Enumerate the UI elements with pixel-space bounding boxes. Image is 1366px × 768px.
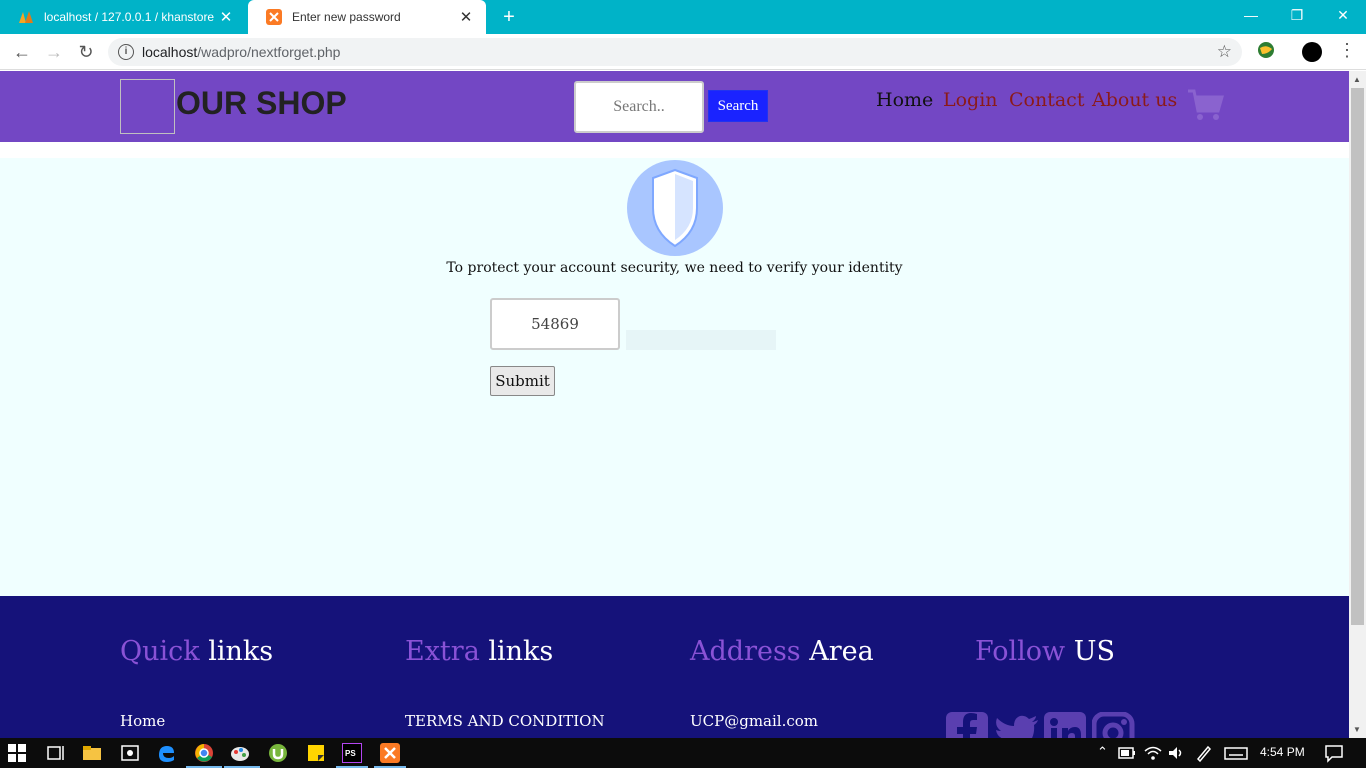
file-explorer-icon[interactable] [82,743,102,763]
heading-accent: Quick [120,636,200,667]
verification-section: To protect your account security, we nee… [0,158,1349,596]
url-host: localhost [142,44,198,60]
browser-toolbar: ← → ↻ i localhost/wadpro/nextforget.php … [0,34,1366,70]
heading-accent: Follow [975,636,1066,667]
chrome-icon[interactable] [194,743,214,763]
clock-time[interactable]: 4:54 PM [1260,745,1305,759]
nav-login-link[interactable]: Login [943,89,998,111]
overlay-hint [626,330,776,350]
nav-home-link[interactable]: Home [876,89,933,111]
bookmark-star-icon[interactable]: ☆ [1217,42,1232,62]
forward-arrow-icon[interactable]: → [42,40,66,64]
extension-globe-icon[interactable] [1256,40,1276,60]
menu-kebab-icon[interactable]: ⋮ [1338,40,1356,61]
footer-heading-follow: Follow US [975,636,1115,667]
svg-text:PS: PS [345,749,356,758]
linkedin-icon[interactable] [1044,712,1088,738]
search-input[interactable]: Search.. [574,81,704,133]
instagram-icon[interactable] [1092,712,1136,738]
phpstorm-icon[interactable]: PS [342,743,362,763]
nav-about-link[interactable]: About us [1092,89,1177,111]
xampp-icon [266,9,282,25]
media-app-icon[interactable] [120,743,140,763]
windows-taskbar: PS ⌃ 4:54 PM [0,738,1366,768]
heading-rest: links [479,636,554,667]
notifications-icon[interactable] [1324,743,1344,763]
paint-icon[interactable] [230,743,250,763]
windows-start-icon[interactable] [8,744,26,762]
utorrent-icon[interactable] [268,743,288,763]
footer-heading-address: Address Area [690,636,874,667]
close-tab-icon[interactable]: ✕ [458,8,474,26]
heading-accent: Extra [405,636,480,667]
heading-rest: Area [800,636,874,667]
tab-title: Enter new password [292,10,401,24]
facebook-icon[interactable] [946,712,990,738]
footer-link-terms[interactable]: TERMS AND CONDITION [405,712,605,730]
submit-button[interactable]: Submit [490,366,555,396]
footer-email: UCP@gmail.com [690,712,818,730]
footer-heading-quick-links: Quick links [120,636,273,667]
back-arrow-icon[interactable]: ← [10,40,34,64]
tray-chevron-icon[interactable]: ⌃ [1097,744,1108,760]
nav-contact-link[interactable]: Contact [1009,89,1084,111]
phpmyadmin-icon [18,9,34,25]
close-window-icon[interactable]: ✕ [1320,0,1366,30]
tab-phpmyadmin[interactable]: localhost / 127.0.0.1 / khanstore ✕ [0,0,246,34]
minimize-icon[interactable]: — [1228,0,1274,30]
scroll-down-arrow-icon[interactable]: ▼ [1353,725,1361,734]
close-tab-icon[interactable]: ✕ [218,8,234,26]
verify-message: To protect your account security, we nee… [446,260,903,276]
tab-enter-new-password[interactable]: Enter new password ✕ [248,0,486,34]
volume-icon[interactable] [1166,743,1186,763]
footer-link-home[interactable]: Home [120,712,165,730]
page-viewport: OUR SHOP Search.. Search Home Login Cont… [0,71,1349,738]
heading-rest: links [199,636,274,667]
shield-icon [627,160,723,256]
battery-icon[interactable] [1118,747,1136,759]
edge-icon[interactable] [156,743,176,763]
xampp-taskbar-icon[interactable] [380,743,400,763]
search-button[interactable]: Search [708,90,768,122]
keyboard-icon[interactable] [1224,743,1248,763]
page-scrollbar[interactable]: ▲ ▼ [1349,71,1366,738]
verification-code-input[interactable]: 54869 [490,298,620,350]
broken-logo-image [120,79,175,134]
browser-tab-bar: localhost / 127.0.0.1 / khanstore ✕ Ente… [0,0,1366,34]
info-icon[interactable]: i [118,44,134,60]
wifi-icon[interactable] [1143,743,1163,763]
address-bar[interactable]: i localhost/wadpro/nextforget.php ☆ [108,38,1242,66]
url-text[interactable]: localhost/wadpro/nextforget.php [142,44,340,60]
footer-heading-extra-links: Extra links [405,636,553,667]
site-title: OUR SHOP [176,85,347,121]
scroll-up-arrow-icon[interactable]: ▲ [1353,75,1361,84]
site-footer: Quick links Extra links Address Area Fol… [0,596,1349,738]
sticky-notes-icon[interactable] [306,743,326,763]
twitter-icon[interactable] [994,712,1040,738]
heading-accent: Address [690,636,801,667]
new-tab-button[interactable]: + [498,6,520,28]
tab-title: localhost / 127.0.0.1 / khanstore [44,10,215,24]
profile-avatar-icon[interactable] [1302,42,1322,62]
task-view-icon[interactable] [46,743,66,763]
url-path: /wadpro/nextforget.php [197,44,341,60]
scrollbar-thumb[interactable] [1351,88,1364,625]
cart-icon[interactable] [1186,87,1224,123]
pen-workspace-icon[interactable] [1194,743,1214,763]
restore-icon[interactable]: ❐ [1274,0,1320,30]
reload-icon[interactable]: ↻ [74,40,98,64]
site-header: OUR SHOP Search.. Search Home Login Cont… [0,71,1349,142]
heading-rest: US [1065,636,1115,667]
